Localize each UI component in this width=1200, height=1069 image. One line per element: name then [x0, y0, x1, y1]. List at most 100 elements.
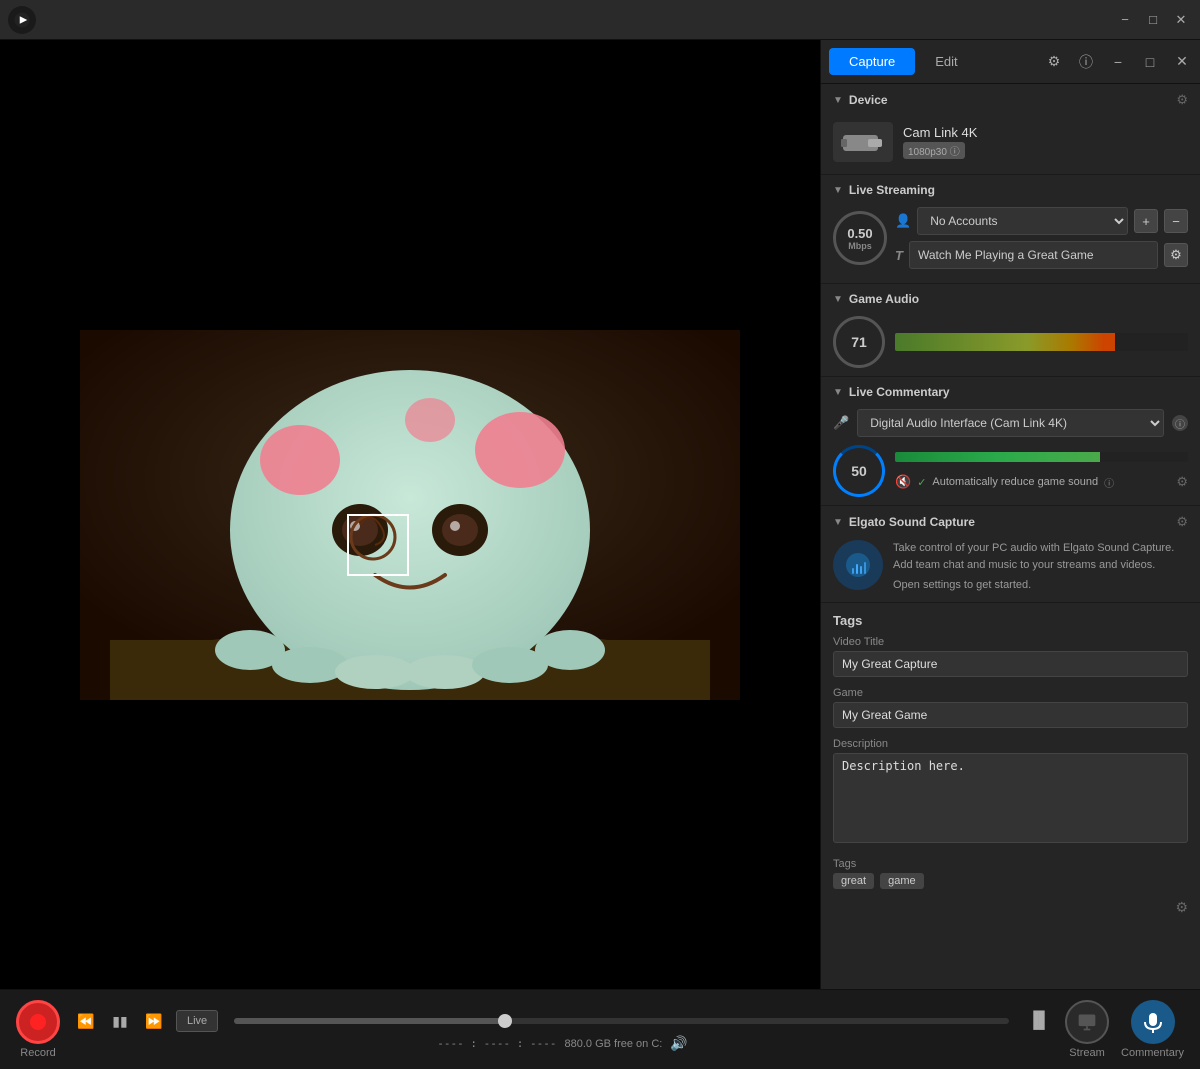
device-row: Cam Link 4K 1080p30 ⓘ [833, 118, 1188, 166]
tag-chip-game[interactable]: game [880, 873, 924, 889]
commentary-header[interactable]: ▼ Live Commentary [833, 385, 1188, 399]
commentary-control: Commentary [1121, 1000, 1184, 1059]
close-panel-icon[interactable]: ✕ [1172, 52, 1192, 72]
auto-reduce-label: Automatically reduce game sound [932, 476, 1098, 488]
toolbar-center: ⏪ ▮▮ ⏩ Live ▐▌ ---- : ---- : ---- 880.0 … [72, 1007, 1053, 1052]
device-resolution-badge: 1080p30 ⓘ [903, 142, 965, 159]
storage-display: 880.0 GB free on C: [564, 1038, 662, 1050]
screenshot-button[interactable]: ▐▌ [1025, 1007, 1053, 1035]
rewind-button[interactable]: ⏪ [72, 1007, 100, 1035]
commentary-button[interactable] [1131, 1000, 1175, 1044]
mute-icon[interactable]: 🔇 [895, 474, 911, 490]
mbps-label: Mbps [848, 241, 872, 251]
commentary-title: Live Commentary [849, 385, 950, 399]
record-indicator [30, 1014, 46, 1030]
auto-reduce-info-icon[interactable]: ⓘ [1104, 475, 1114, 490]
sound-capture-header[interactable]: ▼ Elgato Sound Capture ⚙ [833, 514, 1188, 530]
tags-section: Tags Video Title Game Description Descri… [821, 603, 1200, 926]
timecode-display: ---- : ---- : ---- [437, 1037, 556, 1050]
record-button[interactable] [16, 1000, 60, 1044]
commentary-bar-fill [895, 452, 1100, 462]
streaming-row: 0.50 Mbps 👤 No Accounts + − T [833, 207, 1188, 269]
device-settings-icon[interactable]: ⚙ [1176, 92, 1188, 108]
description-label: Description [833, 738, 1188, 750]
sound-capture-settings-icon[interactable]: ⚙ [1176, 514, 1188, 530]
settings-icon[interactable]: ⚙ [1044, 52, 1064, 72]
accounts-select[interactable]: No Accounts [917, 207, 1128, 235]
sound-capture-icon [833, 540, 883, 590]
streaming-section-title: Live Streaming [849, 183, 935, 197]
device-section-header[interactable]: ▼ Device ⚙ [833, 92, 1188, 108]
device-section: ▼ Device ⚙ Cam Link 4K 1080p30 [821, 84, 1200, 175]
game-audio-chevron: ▼ [833, 294, 843, 305]
device-section-title: Device [849, 93, 888, 107]
mbps-display: 0.50 Mbps [833, 211, 887, 265]
commentary-device-select[interactable]: Digital Audio Interface (Cam Link 4K) [857, 409, 1164, 437]
device-name: Cam Link 4K [903, 125, 977, 140]
toolbar-top-row: ⏪ ▮▮ ⏩ Live ▐▌ [72, 1007, 1053, 1035]
fast-forward-button[interactable]: ⏩ [140, 1007, 168, 1035]
progress-bar[interactable] [234, 1018, 1009, 1024]
commentary-knob[interactable]: 50 [833, 445, 885, 497]
tags-row: great game [833, 873, 1188, 889]
close-button[interactable]: ✕ [1170, 9, 1192, 31]
mbps-value: 0.50 [847, 226, 872, 241]
game-audio-knob[interactable]: 71 [833, 316, 885, 368]
game-label: Game [833, 687, 1188, 699]
commentary-settings-icon[interactable]: ⚙ [1176, 474, 1188, 490]
game-audio-header[interactable]: ▼ Game Audio [833, 292, 1188, 306]
commentary-level: 50 [851, 463, 867, 479]
device-thumbnail [833, 122, 893, 162]
title-icon: T [895, 248, 903, 263]
commentary-label: Commentary [1121, 1047, 1184, 1059]
tags-settings-icon[interactable]: ⚙ [1175, 899, 1188, 916]
video-title-input[interactable] [833, 651, 1188, 677]
progress-bar-fill [234, 1018, 505, 1024]
maximize-button[interactable]: □ [1142, 9, 1164, 31]
sound-capture-text-block: Take control of your PC audio with Elgat… [893, 540, 1188, 594]
edit-tab[interactable]: Edit [915, 48, 977, 75]
game-audio-title: Game Audio [849, 292, 919, 306]
tags-section-title: Tags [833, 613, 1188, 628]
app-logo [8, 6, 36, 34]
commentary-device-row: 🎤 Digital Audio Interface (Cam Link 4K) … [833, 409, 1188, 437]
game-input[interactable] [833, 702, 1188, 728]
video-frame [80, 330, 740, 700]
streaming-section-header[interactable]: ▼ Live Streaming [833, 183, 1188, 197]
description-textarea[interactable]: Description here. [833, 753, 1188, 843]
panel-header: Capture Edit ⚙ ⓘ − □ ✕ [821, 40, 1200, 84]
info-badge-icon[interactable]: ⓘ [950, 147, 960, 158]
right-panel: Capture Edit ⚙ ⓘ − □ ✕ ▼ Device ⚙ [820, 40, 1200, 989]
video-title-label: Video Title [833, 636, 1188, 648]
auto-reduce-row: 🔇 ✓ Automatically reduce game sound ⓘ ⚙ [895, 474, 1188, 490]
live-commentary-section: ▼ Live Commentary 🎤 Digital Audio Interf… [821, 377, 1200, 506]
microphone-icon: 🎤 [833, 415, 849, 431]
game-audio-section: ▼ Game Audio 71 [821, 284, 1200, 377]
maximize-panel-icon[interactable]: □ [1140, 52, 1160, 72]
live-button[interactable]: Live [176, 1010, 218, 1032]
tag-chip-great[interactable]: great [833, 873, 874, 889]
sound-capture-chevron: ▼ [833, 517, 843, 528]
minimize-button[interactable]: − [1114, 9, 1136, 31]
remove-account-button[interactable]: − [1164, 209, 1188, 233]
account-icon: 👤 [895, 213, 911, 229]
game-audio-level: 71 [851, 334, 867, 350]
game-audio-meter [895, 333, 1188, 351]
stream-title-input[interactable] [909, 241, 1158, 269]
stream-button[interactable] [1065, 1000, 1109, 1044]
volume-icon[interactable]: 🔊 [670, 1035, 687, 1052]
info-icon[interactable]: ⓘ [1076, 52, 1096, 72]
add-account-button[interactable]: + [1134, 209, 1158, 233]
capture-tab[interactable]: Capture [829, 48, 915, 75]
stream-title-settings-icon[interactable]: ⚙ [1164, 243, 1188, 267]
minimize-panel-icon[interactable]: − [1108, 52, 1128, 72]
commentary-level-row: 50 🔇 ✓ Automatically reduce game sound ⓘ… [833, 445, 1188, 497]
progress-thumb [498, 1014, 512, 1028]
tags-settings-area: ⚙ [833, 899, 1188, 916]
window-controls: − □ ✕ [1114, 9, 1192, 31]
stream-label: Stream [1069, 1047, 1104, 1059]
commentary-info-icon[interactable]: ⓘ [1172, 415, 1188, 431]
pause-button[interactable]: ▮▮ [106, 1007, 134, 1035]
elgato-sound-section: ▼ Elgato Sound Capture ⚙ Take control of… [821, 506, 1200, 603]
streaming-chevron: ▼ [833, 185, 843, 196]
